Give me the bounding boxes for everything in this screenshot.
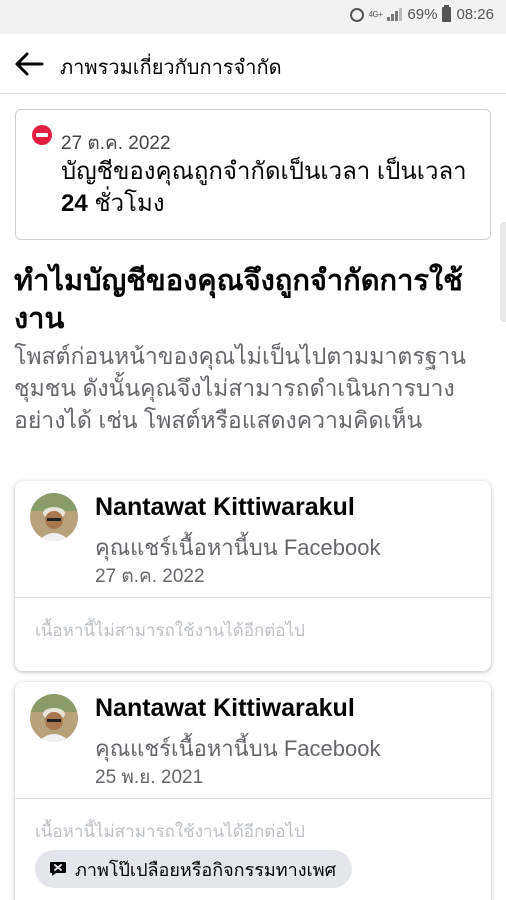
arrow-left-icon[interactable] (12, 48, 46, 80)
post-unavailable-text: เนื้อหานี้ไม่สามารถใช้งานได้อีกต่อไป (35, 822, 305, 841)
speech-bubble-x-icon (50, 862, 66, 876)
why-heading: ทำไมบัญชีของคุณจึงถูกจำกัดการใช้งาน (14, 265, 463, 335)
alarm-icon (349, 7, 364, 22)
battery-percent: 69% (407, 6, 438, 23)
post-unavailable-text: เนื้อหานี้ไม่สามารถใช้งานได้อีกต่อไป (35, 621, 305, 640)
page-title: ภาพรวมเกี่ยวกับการจำกัด (60, 57, 282, 79)
clock: 08:26 (456, 6, 494, 23)
violation-reason-chip[interactable]: ภาพโป๊เปลือยหรือกิจกรรมทางเพศ (35, 850, 352, 888)
divider (15, 597, 491, 598)
signal-icon (387, 8, 403, 21)
post-subtitle: คุณแชร์เนื้อหานี้บน Facebook (95, 535, 381, 560)
post-date: 27 ต.ค. 2022 (95, 566, 205, 587)
network-type: 4G+ (368, 9, 383, 19)
restriction-notice: 27 ต.ค. 2022 บัญชีของคุณถูกจำกัดเป็นเวลา… (15, 109, 491, 240)
restriction-message: บัญชีของคุณถูกจำกัดเป็นเวลา เป็นเวลา 24 … (61, 156, 481, 220)
app-bar: ภาพรวมเกี่ยวกับการจำกัด (0, 34, 506, 94)
avatar (30, 694, 78, 742)
edge-panel-handle[interactable] (500, 222, 506, 322)
status-indicators: 4G+ 69% 08:26 (349, 5, 494, 23)
post-subtitle: คุณแชร์เนื้อหานี้บน Facebook (95, 736, 381, 761)
post-card[interactable]: Nantawat Kittiwarakul คุณแชร์เนื้อหานี้บ… (15, 481, 491, 671)
post-card[interactable]: Nantawat Kittiwarakul คุณแชร์เนื้อหานี้บ… (15, 682, 491, 900)
divider (15, 798, 491, 799)
avatar (30, 493, 78, 541)
post-date: 25 พ.ย. 2021 (95, 767, 204, 788)
restriction-duration: 24 (61, 190, 88, 217)
no-entry-icon (32, 125, 52, 145)
restriction-message-suffix: ชั่วโมง (87, 190, 165, 217)
why-description: โพสต์ก่อนหน้าของคุณไม่เป็นไปตามมาตรฐานชุ… (14, 343, 467, 433)
violation-reason-label: ภาพโป๊เปลือยหรือกิจกรรมทางเพศ (75, 859, 336, 880)
post-author: Nantawat Kittiwarakul (95, 694, 355, 722)
post-author: Nantawat Kittiwarakul (95, 493, 355, 521)
status-bar: 4G+ 69% 08:26 (0, 0, 506, 34)
battery-icon (442, 5, 452, 22)
restriction-message-prefix: บัญชีของคุณถูกจำกัดเป็นเวลา เป็นเวลา (61, 158, 467, 185)
restriction-date: 27 ต.ค. 2022 (61, 133, 171, 154)
